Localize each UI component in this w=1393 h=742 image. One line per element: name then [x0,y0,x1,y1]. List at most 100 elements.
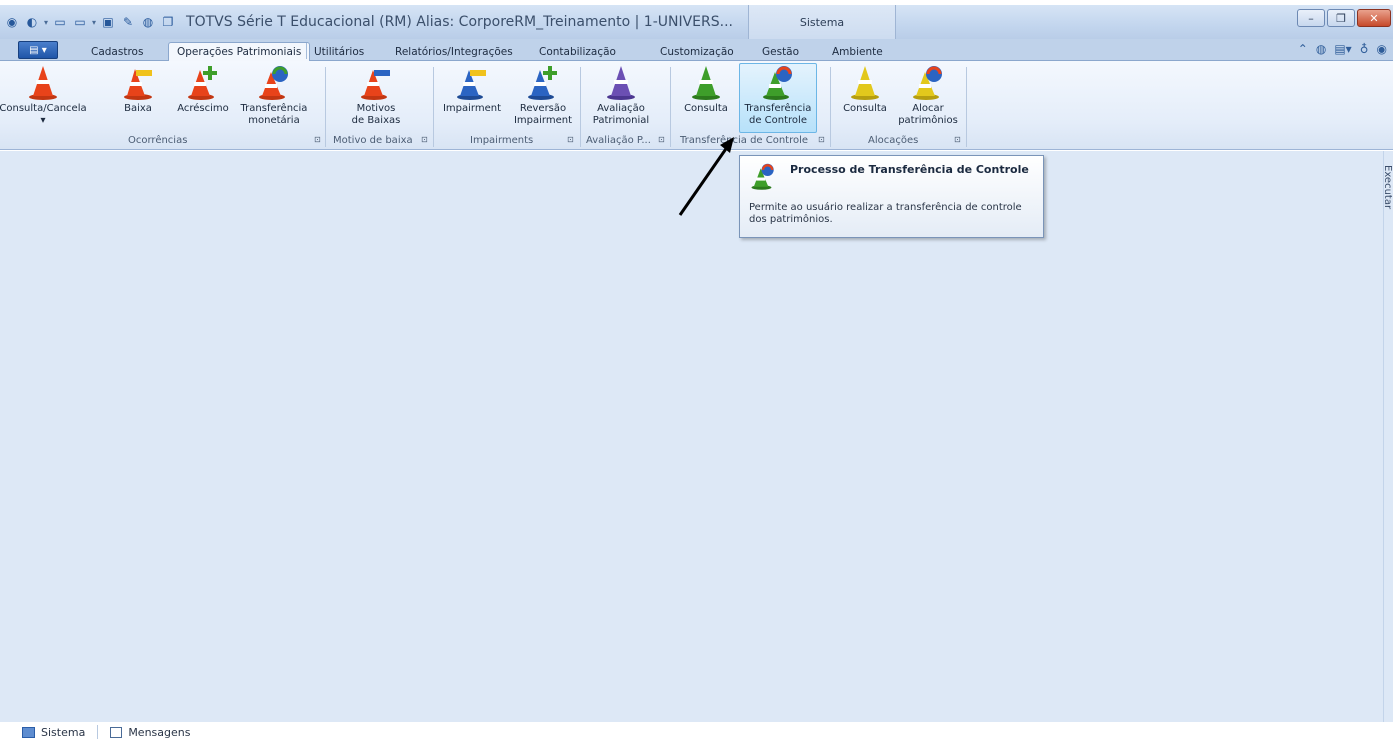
group-divider [966,67,967,147]
group-label-impairments: Impairments [470,135,534,146]
status-divider [97,725,99,739]
button-label-line2: de Baixas [351,115,401,126]
group-label-avaliacao: Avaliação P... [586,135,651,146]
close-button[interactable]: ✕ [1357,9,1391,27]
context-tab-sistema: Sistema [748,5,896,39]
right-side-panel [1383,151,1393,722]
tab-ambiente[interactable]: Ambiente [832,42,883,61]
dropdown-arrow-icon: ▾ [40,115,46,126]
transferencia-monetaria-button[interactable]: Transferência monetária [236,64,312,127]
cone-yellow-transfer-icon [913,66,942,100]
dialog-launcher-icon[interactable]: ⊡ [421,136,430,145]
dialog-launcher-icon[interactable]: ⊡ [314,136,323,145]
group-divider [325,67,326,147]
cone-blue-yellow-icon [457,70,486,100]
globe-icon[interactable]: ◍ [1316,42,1326,56]
cone-green-transfer-icon [751,163,774,190]
acrescimo-button[interactable]: Acréscimo [177,64,229,115]
button-label: Transferência [240,103,308,114]
tab-cadastros[interactable]: Cadastros [91,42,143,61]
tooltip-description: Permite ao usuário realizar a transferên… [749,202,1022,225]
frame-icon[interactable]: ▭ [72,14,88,30]
cone-blue-plus-icon [528,66,557,100]
globe-icon[interactable]: ◐ [24,14,40,30]
button-label-line2: Impairment [513,115,573,126]
dialog-launcher-icon[interactable]: ⊡ [567,136,576,145]
tab-relatorios-integracoes[interactable]: Relatórios/Integrações [395,42,513,61]
button-label-line2: de Controle [749,115,807,126]
layout-icon[interactable]: ▤▾ [1334,42,1351,56]
consulta-cancela-button[interactable]: Consulta/Cancela ▾ [0,64,87,127]
tab-customizacao[interactable]: Customização [660,42,734,61]
avaliacao-patrimonial-button[interactable]: Avaliação Patrimonial [588,64,654,127]
button-label: Acréscimo [177,103,229,114]
system-icon [22,726,35,738]
tab-gestao[interactable]: Gestão [762,42,799,61]
file-menu-button[interactable]: ▤ ▾ [18,41,58,59]
help-icon[interactable]: ◉ [1377,42,1387,56]
button-label: Transferência [744,103,812,114]
tab-contabilizacao[interactable]: Contabilização [539,42,616,61]
collapse-ribbon-icon[interactable]: ⌃ [1298,42,1308,56]
transferencia-de-controle-button[interactable]: Transferência de Controle [739,63,817,133]
messages-icon [110,726,123,738]
cone-green-icon [692,66,720,100]
context-tab-label: Sistema [799,15,845,29]
dialog-launcher-icon[interactable]: ⊡ [954,136,963,145]
lightbulb-icon[interactable]: ♁ [1360,42,1369,56]
dialog-launcher-icon[interactable]: ⊡ [818,136,827,145]
window-icon[interactable]: ▭ [52,14,68,30]
executar-label: Executar [1382,165,1393,210]
title-bar: ◉ ◐ ▾ ▭ ▭ ▾ ▣ ✎ ◍ ❐ TOTVS Série T Educacio… [0,5,1393,39]
group-divider [580,67,581,147]
alocar-patrimonios-button[interactable]: Alocar patrimônios [896,64,960,127]
tab-divider [306,43,307,59]
group-label-ocorrencias: Ocorrências [128,135,188,146]
copy-icon[interactable]: ❐ [160,14,176,30]
restore-button[interactable]: ❐ [1327,9,1355,27]
consulta-transferencia-button[interactable]: Consulta [678,64,734,115]
button-label-line2: monetária [248,115,300,126]
ribbon-tab-row: ▤ ▾ Cadastros Operações Patrimoniais Uti… [0,39,1393,61]
tab-utilitarios[interactable]: Utilitários [314,42,364,61]
tools-icon[interactable]: ✎ [120,14,136,30]
tooltip-title: Processo de Transferência de Controle [790,163,1029,176]
consulta-alocacoes-button[interactable]: Consulta [838,64,892,115]
status-bar: Sistema Mensagens [0,722,1393,742]
reversao-impairment-button[interactable]: Reversão Impairment [511,64,575,127]
cone-green-transfer-icon [763,66,792,100]
help-globe-icon[interactable]: ◍ [140,14,156,30]
annotation-arrow-icon [678,137,734,216]
window-controls: – ❐ ✕ [1297,9,1391,27]
button-label: Baixa [124,103,152,114]
export-icon[interactable]: ▣ [100,14,116,30]
button-label: Alocar [912,103,944,114]
executar-side-tab[interactable]: Executar [1382,165,1393,235]
minimize-button[interactable]: – [1297,9,1325,27]
button-label: Motivos [356,103,396,114]
baixa-button[interactable]: Baixa [118,64,158,115]
cone-orange-plus-icon [188,66,217,100]
cone-orange-blue-icon [361,70,390,100]
cone-orange-icon [29,66,57,100]
group-label-alocacoes: Alocações [868,135,919,146]
app-orb-icon[interactable]: ◉ [4,14,20,30]
button-label: Impairment [442,103,502,114]
status-mensagens-tab[interactable]: Mensagens [128,726,190,739]
group-divider [433,67,434,147]
dialog-launcher-icon[interactable]: ⊡ [658,136,667,145]
motivos-de-baixas-button[interactable]: Motivos de Baixas [336,64,416,127]
tooltip-popup: Processo de Transferência de Controle Pe… [739,155,1044,238]
button-label-line2: patrimônios [898,115,958,126]
button-label: Consulta [843,103,887,114]
group-divider [830,67,831,147]
status-sistema-tab[interactable]: Sistema [41,726,85,739]
button-label: Consulta [684,103,728,114]
workspace-area [0,151,1393,722]
group-label-motivo-baixa: Motivo de baixa [333,135,413,146]
window-title: TOTVS Série T Educacional (RM) Alias: Co… [186,14,733,30]
cone-orange-transfer-icon [259,66,288,100]
impairment-button[interactable]: Impairment [441,64,503,115]
button-label: Consulta/Cancela [0,103,87,114]
tab-operacoes-patrimoniais[interactable]: Operações Patrimoniais [168,42,311,61]
